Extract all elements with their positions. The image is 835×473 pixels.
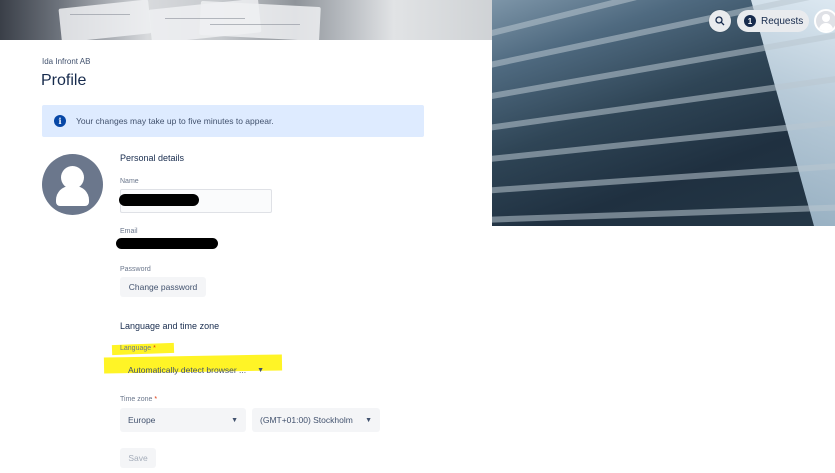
language-select[interactable]: Automatically detect browser ... ▼ <box>120 358 272 382</box>
organization-name: Ida Infront AB <box>42 57 91 66</box>
language-timezone-heading: Language and time zone <box>120 321 220 331</box>
page-title: Profile <box>41 72 87 89</box>
region-value: Europe <box>128 415 156 425</box>
chevron-down-icon: ▼ <box>257 366 264 374</box>
requests-label: Requests <box>761 15 804 27</box>
requests-button[interactable]: 1 Requests <box>737 10 809 32</box>
save-button[interactable]: Save <box>120 448 156 468</box>
building-background-image <box>492 0 835 226</box>
redacted-email <box>116 238 218 249</box>
requests-count-badge: 1 <box>744 15 756 27</box>
chevron-down-icon: ▼ <box>231 416 238 424</box>
change-password-button[interactable]: Change password <box>120 277 206 297</box>
chevron-down-icon: ▼ <box>365 416 372 424</box>
language-value: Automatically detect browser ... <box>128 365 247 375</box>
email-label: Email <box>120 228 138 235</box>
profile-panel: Ida Infront AB Profile i Your changes ma… <box>8 40 492 473</box>
search-icon <box>715 16 725 26</box>
region-select[interactable]: Europe ▼ <box>120 408 246 432</box>
name-label: Name <box>120 178 139 185</box>
timezone-label: Time zone * <box>120 396 158 403</box>
timezone-select[interactable]: (GMT+01:00) Stockholm ▼ <box>252 408 380 432</box>
language-label: Language * <box>120 345 156 352</box>
profile-avatar[interactable] <box>42 154 103 215</box>
info-icon: i <box>54 115 66 127</box>
info-banner: i Your changes may take up to five minut… <box>42 105 424 137</box>
password-label: Password <box>120 266 151 273</box>
search-button[interactable] <box>709 10 731 32</box>
info-banner-text: Your changes may take up to five minutes… <box>76 116 274 126</box>
redacted-name <box>119 194 199 206</box>
header-background-image <box>0 0 492 40</box>
timezone-value: (GMT+01:00) Stockholm <box>260 415 353 425</box>
user-avatar-icon[interactable] <box>814 9 835 33</box>
personal-details-heading: Personal details <box>120 153 185 163</box>
